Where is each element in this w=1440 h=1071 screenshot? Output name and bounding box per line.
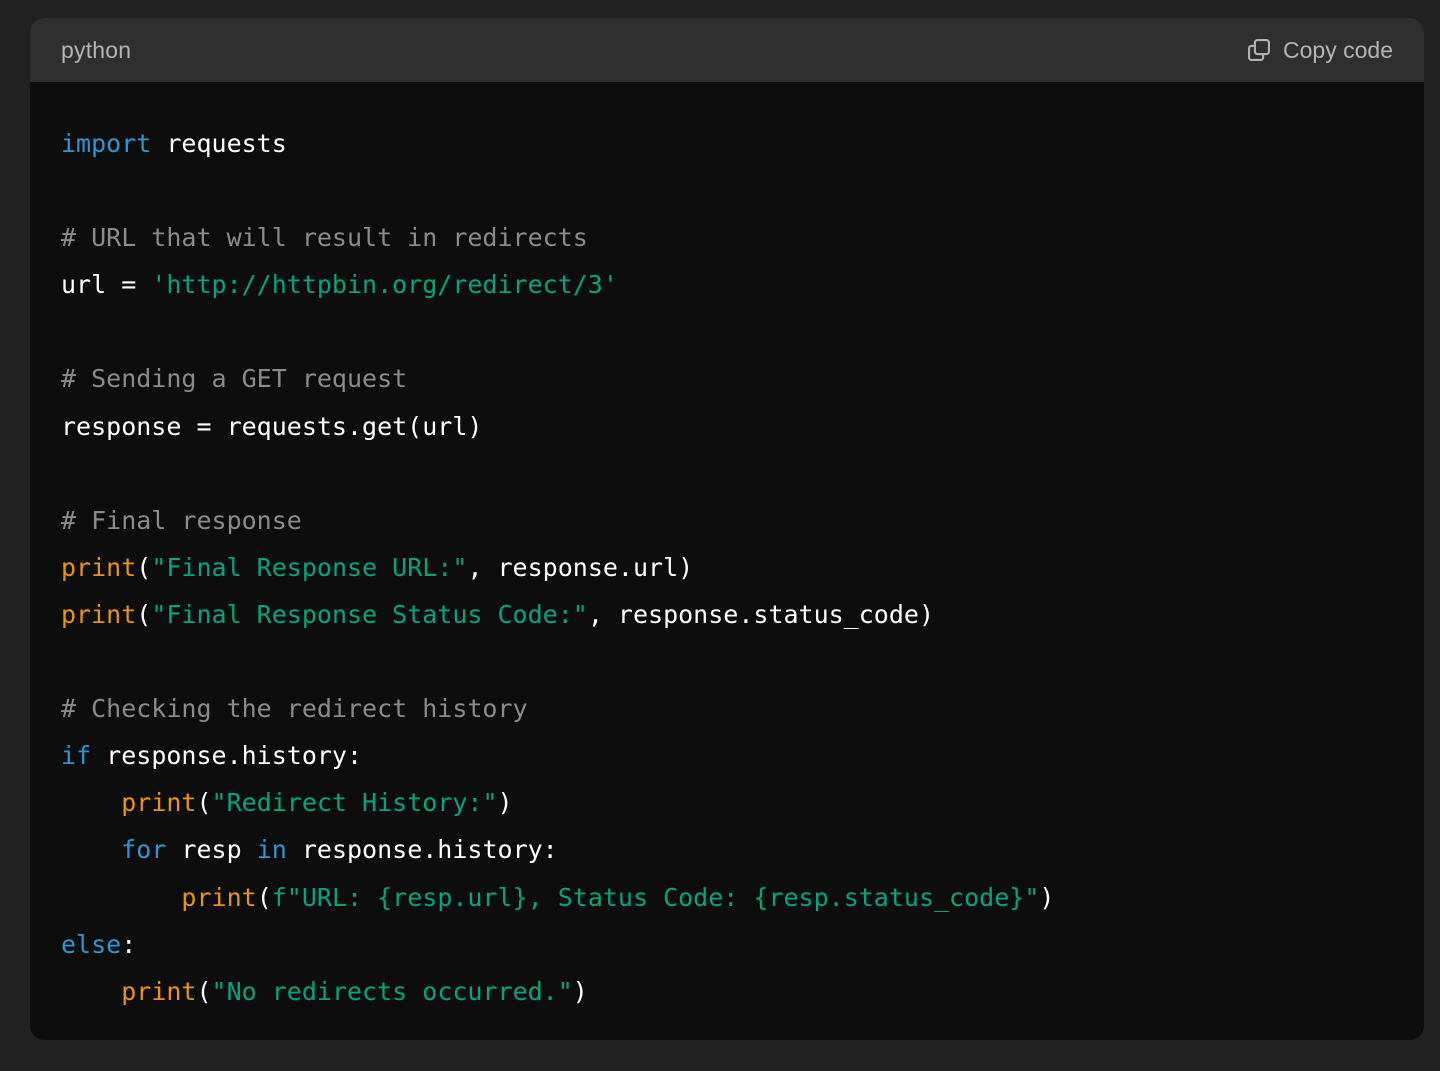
comment-token: # URL that will result in redirects	[61, 223, 588, 253]
indent-token	[61, 883, 181, 912]
code-line: # URL that will result in redirects	[61, 214, 1424, 261]
text-token: , response.url)	[467, 552, 694, 582]
text-token: (	[196, 976, 212, 1006]
indent-token	[61, 788, 121, 817]
string-token: f"URL: {resp.url}, Status Code: {resp.st…	[271, 882, 1040, 912]
text-token: requests	[151, 129, 287, 158]
text-token: )	[1039, 882, 1055, 912]
code-block-header: python Copy code	[30, 18, 1424, 82]
keyword-token: else	[61, 929, 122, 959]
code-line: # Final response	[61, 497, 1424, 544]
text-token: response = requests.get(url)	[61, 411, 483, 441]
comment-token: # Final response	[61, 505, 302, 535]
code-line: print(f"URL: {resp.url}, Status Code: {r…	[61, 874, 1424, 921]
code-line-empty	[61, 167, 1424, 214]
text-token: )	[572, 976, 588, 1006]
string-token: "No redirects occurred."	[211, 976, 573, 1006]
indent-token	[61, 977, 121, 1006]
indent-token	[61, 835, 121, 864]
text-token: (	[136, 599, 152, 629]
code-line-empty	[61, 308, 1424, 355]
language-label: python	[61, 36, 132, 63]
string-token: "Final Response Status Code:"	[151, 599, 588, 629]
code-line: for resp in response.history:	[61, 826, 1424, 873]
code-line: import requests	[61, 120, 1424, 167]
text-token: )	[497, 788, 513, 818]
code-block: python Copy code import requests # URL t…	[30, 18, 1424, 1040]
string-token: "Final Response URL:"	[151, 552, 468, 582]
string-token: "Redirect History:"	[211, 788, 498, 818]
text-token: :	[121, 929, 137, 959]
text-token: (	[256, 882, 272, 912]
text-token: , response.status_code)	[587, 599, 935, 629]
function-token: print	[181, 882, 257, 912]
code-line: print("Final Response Status Code:", res…	[61, 591, 1424, 638]
function-token: print	[61, 599, 137, 629]
text-token: resp	[166, 835, 257, 865]
text-token: (	[136, 552, 152, 582]
string-token: 'http://httpbin.org/redirect/3'	[151, 270, 618, 300]
code-line: print("No redirects occurred.")	[61, 968, 1424, 1015]
function-token: print	[121, 976, 197, 1006]
text-token: response.history:	[91, 741, 363, 771]
keyword-token: if	[61, 741, 92, 771]
code-line: if response.history:	[61, 732, 1424, 779]
text-token: url =	[61, 270, 152, 300]
code-line: response = requests.get(url)	[61, 403, 1424, 450]
code-line: print("Final Response URL:", response.ur…	[61, 544, 1424, 591]
code-line: print("Redirect History:")	[61, 779, 1424, 826]
text-token: response.history:	[286, 835, 558, 865]
copy-code-label: Copy code	[1283, 36, 1393, 63]
code-line-empty	[61, 638, 1424, 685]
copy-code-button[interactable]: Copy code	[1245, 36, 1393, 64]
code-line-empty	[61, 450, 1424, 497]
code-content[interactable]: import requests # URL that will result i…	[61, 120, 1424, 1015]
code-line: url = 'http://httpbin.org/redirect/3'	[61, 261, 1424, 308]
keyword-token: import	[61, 129, 152, 158]
code-area[interactable]: import requests # URL that will result i…	[30, 82, 1424, 1015]
comment-token: # Checking the redirect history	[61, 694, 528, 724]
function-token: print	[121, 788, 197, 818]
keyword-token: in	[256, 835, 287, 865]
comment-token: # Sending a GET request	[61, 364, 408, 394]
copy-icon	[1245, 36, 1273, 64]
code-line: # Sending a GET request	[61, 355, 1424, 402]
code-line: else:	[61, 921, 1424, 968]
function-token: print	[61, 552, 137, 582]
code-line: # Checking the redirect history	[61, 685, 1424, 732]
text-token: (	[196, 788, 212, 818]
keyword-token: for	[121, 835, 167, 865]
